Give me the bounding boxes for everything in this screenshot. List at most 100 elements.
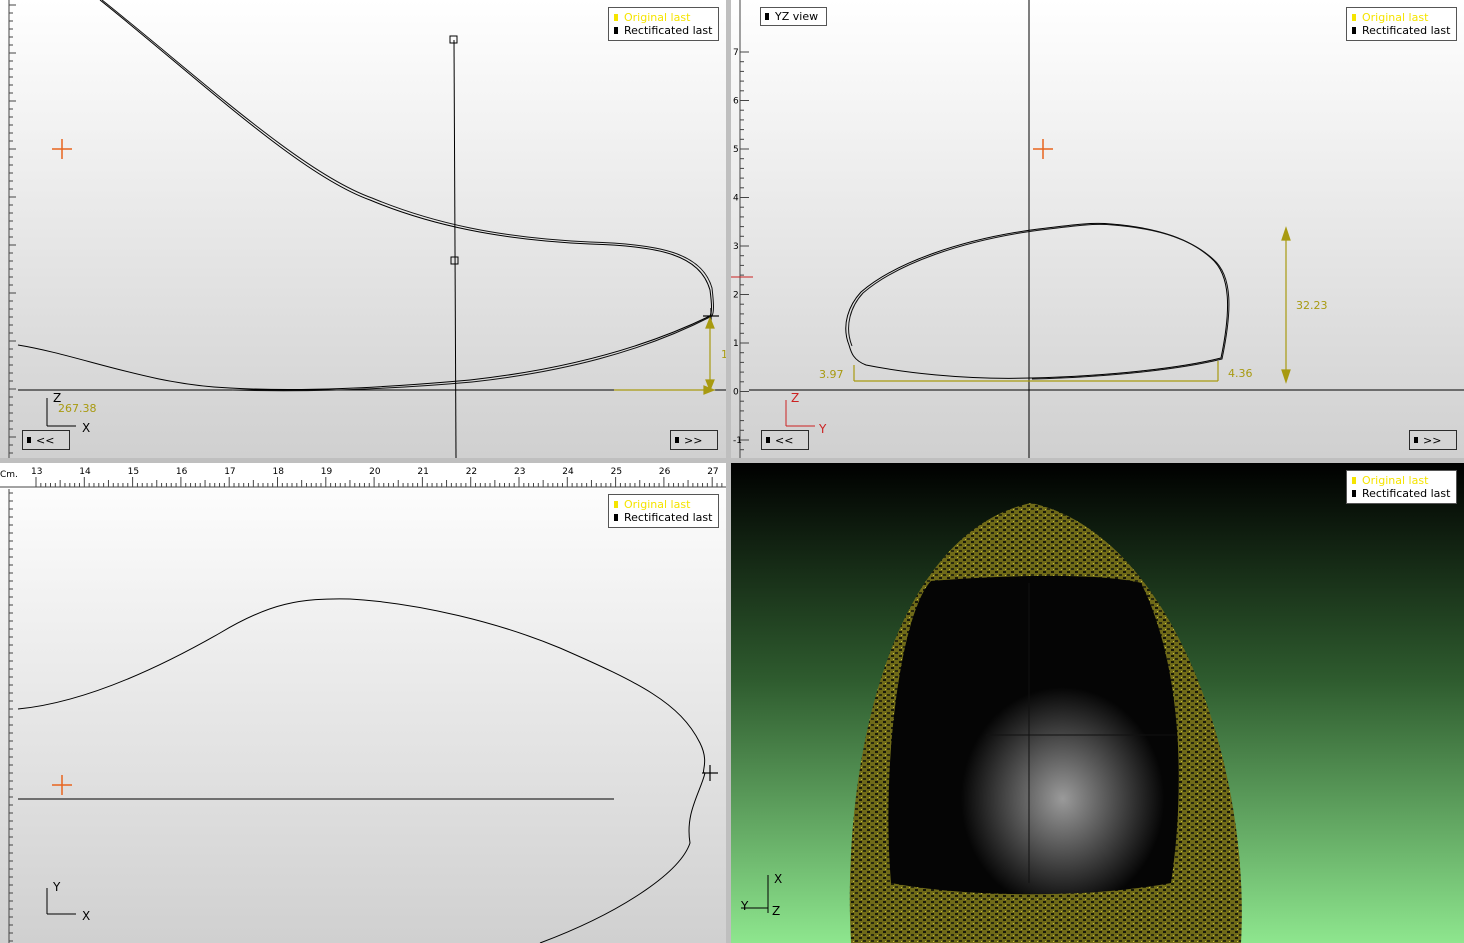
prev-button[interactable]: <<: [22, 430, 70, 450]
ruler-tick-label: 24: [562, 467, 574, 477]
ruler-tick-label: 17: [224, 467, 235, 477]
next-button-label: >>: [1423, 433, 1442, 447]
3d-axis-label-x: X: [774, 872, 782, 886]
swatch-original: [614, 501, 618, 508]
legend-original-label: Original last: [1362, 11, 1429, 24]
ruler-tick-label: 0: [733, 388, 739, 398]
section-handle-top[interactable]: [449, 35, 458, 44]
legend-3d: Original last Rectificated last: [1346, 470, 1458, 504]
next-button-marker: [675, 437, 679, 443]
swatch-original: [614, 14, 618, 21]
legend-top-left: Original last Rectificated last: [608, 7, 720, 41]
axis-label-x: X: [82, 421, 90, 435]
ruler-tick-label: 13: [31, 467, 42, 477]
right-value: 4.36: [1228, 367, 1253, 380]
length-value: 267.38: [58, 402, 97, 415]
cross-section-outline: [845, 222, 1228, 379]
ruler-tick-label: 23: [514, 467, 525, 477]
side-profile-canvas: 1 Z X 267.38: [8, 0, 726, 458]
ruler-tick-label: 4: [733, 194, 739, 204]
next-button[interactable]: >>: [670, 430, 718, 450]
profile-curve-rectified: [101, 0, 714, 392]
view-title: YZ view: [775, 10, 819, 23]
height-measure: [614, 316, 716, 395]
ruler-tick-label: 7: [733, 48, 739, 58]
legend-row-rectified: Rectificated last: [1352, 24, 1450, 37]
legend-original-label: Original last: [624, 498, 691, 511]
legend-row-rectified: Rectificated last: [614, 511, 712, 524]
ruler-tick-label: 21: [417, 467, 428, 477]
next-button[interactable]: >>: [1409, 430, 1457, 450]
yz-crosshair-marker-icon: [1033, 139, 1053, 159]
bl-crosshair-marker-icon: [52, 775, 72, 795]
ruler-tick-label: 27: [707, 467, 718, 477]
crosshair-marker-icon: [52, 139, 72, 159]
prev-button-marker: [27, 437, 31, 443]
legend-original-label: Original last: [1362, 474, 1429, 487]
section-handle-mid[interactable]: [450, 256, 459, 265]
ruler-tick-label: 19: [321, 467, 333, 477]
viewport-top-left[interactable]: 1 Z X 267.38 Original last Rectificated …: [0, 0, 726, 458]
swatch-rectified: [1352, 490, 1356, 497]
last-3d-rectified-surface: [888, 575, 1179, 895]
legend-row-original: Original last: [614, 498, 712, 511]
bl-axis-label-x: X: [82, 909, 90, 923]
prev-button-label: <<: [775, 433, 794, 447]
width-measure: [853, 226, 1291, 384]
legend-rectified-label: Rectificated last: [624, 24, 713, 37]
next-button-label: >>: [684, 433, 703, 447]
ruler-tick-label: 18: [273, 467, 285, 477]
legend-row-original: Original last: [1352, 474, 1450, 487]
height-value-partial: 1: [721, 348, 726, 361]
legend-row-original: Original last: [614, 11, 712, 24]
ruler-tick-label: 5: [733, 145, 739, 155]
legend-row-rectified: Rectificated last: [614, 24, 712, 37]
prev-button[interactable]: <<: [761, 430, 809, 450]
viewport-3d[interactable]: X Y Z Original last Rectificated last: [731, 463, 1464, 943]
legend-rectified-label: Rectificated last: [624, 511, 713, 524]
top-view-outline: [17, 598, 706, 943]
legend-bottom-left: Original last Rectificated last: [608, 494, 720, 528]
legend-row-original: Original last: [1352, 11, 1450, 24]
left-value: 3.97: [819, 368, 844, 381]
ruler-tick-label: 3: [733, 242, 739, 252]
bl-axis-label-y: Y: [52, 880, 61, 894]
view-title-marker: [765, 13, 769, 20]
viewport-top-right[interactable]: 7 6 5 4 3 2 1 0 -1 32.23 3.97 4.36 Z Y Y…: [731, 0, 1464, 458]
ruler-tick-label: 16: [176, 467, 188, 477]
yz-axis-label-y: Y: [818, 422, 827, 436]
bl-axis-indicator: [46, 888, 76, 915]
swatch-original: [1352, 477, 1356, 484]
ruler-tick-label: 20: [369, 467, 381, 477]
ruler-tick-label: 6: [733, 97, 739, 107]
swatch-original: [1352, 14, 1356, 21]
ruler-tick-label: -1: [733, 436, 742, 446]
top-view-canvas: 13 14 15 16 17 18 19 20 21 22 23 24 25 26 27 Cm. Y X: [0, 463, 726, 943]
cross-section-outline-rectified: [848, 223, 1230, 380]
yz-canvas: 7 6 5 4 3 2 1 0 -1 32.23 3.97 4.36 Z Y: [731, 0, 1464, 458]
3d-canvas: X Y Z: [740, 503, 1242, 943]
swatch-rectified: [614, 514, 618, 521]
section-line[interactable]: [453, 39, 457, 458]
ruler-tick-label: 1: [733, 339, 739, 349]
view-title-badge: YZ view: [760, 7, 828, 26]
ruler-tick-label: 22: [466, 467, 477, 477]
3d-axis-label-z: Z: [772, 904, 780, 918]
legend-rectified-label: Rectificated last: [1362, 487, 1451, 500]
viewport-bottom-left[interactable]: 13 14 15 16 17 18 19 20 21 22 23 24 25 26 27 Cm. Y X O…: [0, 463, 726, 943]
ruler-tick-label: 25: [611, 467, 622, 477]
ruler-tick-label: 2: [733, 291, 739, 301]
legend-original-label: Original last: [624, 11, 691, 24]
prev-button-marker: [766, 437, 770, 443]
3d-axis-label-y: Y: [740, 899, 749, 913]
swatch-rectified: [614, 27, 618, 34]
ruler-tick-label: 26: [659, 467, 671, 477]
ruler-tick-label: 15: [128, 467, 139, 477]
ruler-tick-label: 14: [79, 467, 91, 477]
legend-top-right: Original last Rectificated last: [1346, 7, 1458, 41]
height-value: 32.23: [1296, 299, 1328, 312]
legend-rectified-label: Rectificated last: [1362, 24, 1451, 37]
yz-axis-label-z: Z: [791, 391, 799, 405]
next-button-marker: [1414, 437, 1418, 443]
ruler-unit: Cm.: [0, 470, 18, 480]
